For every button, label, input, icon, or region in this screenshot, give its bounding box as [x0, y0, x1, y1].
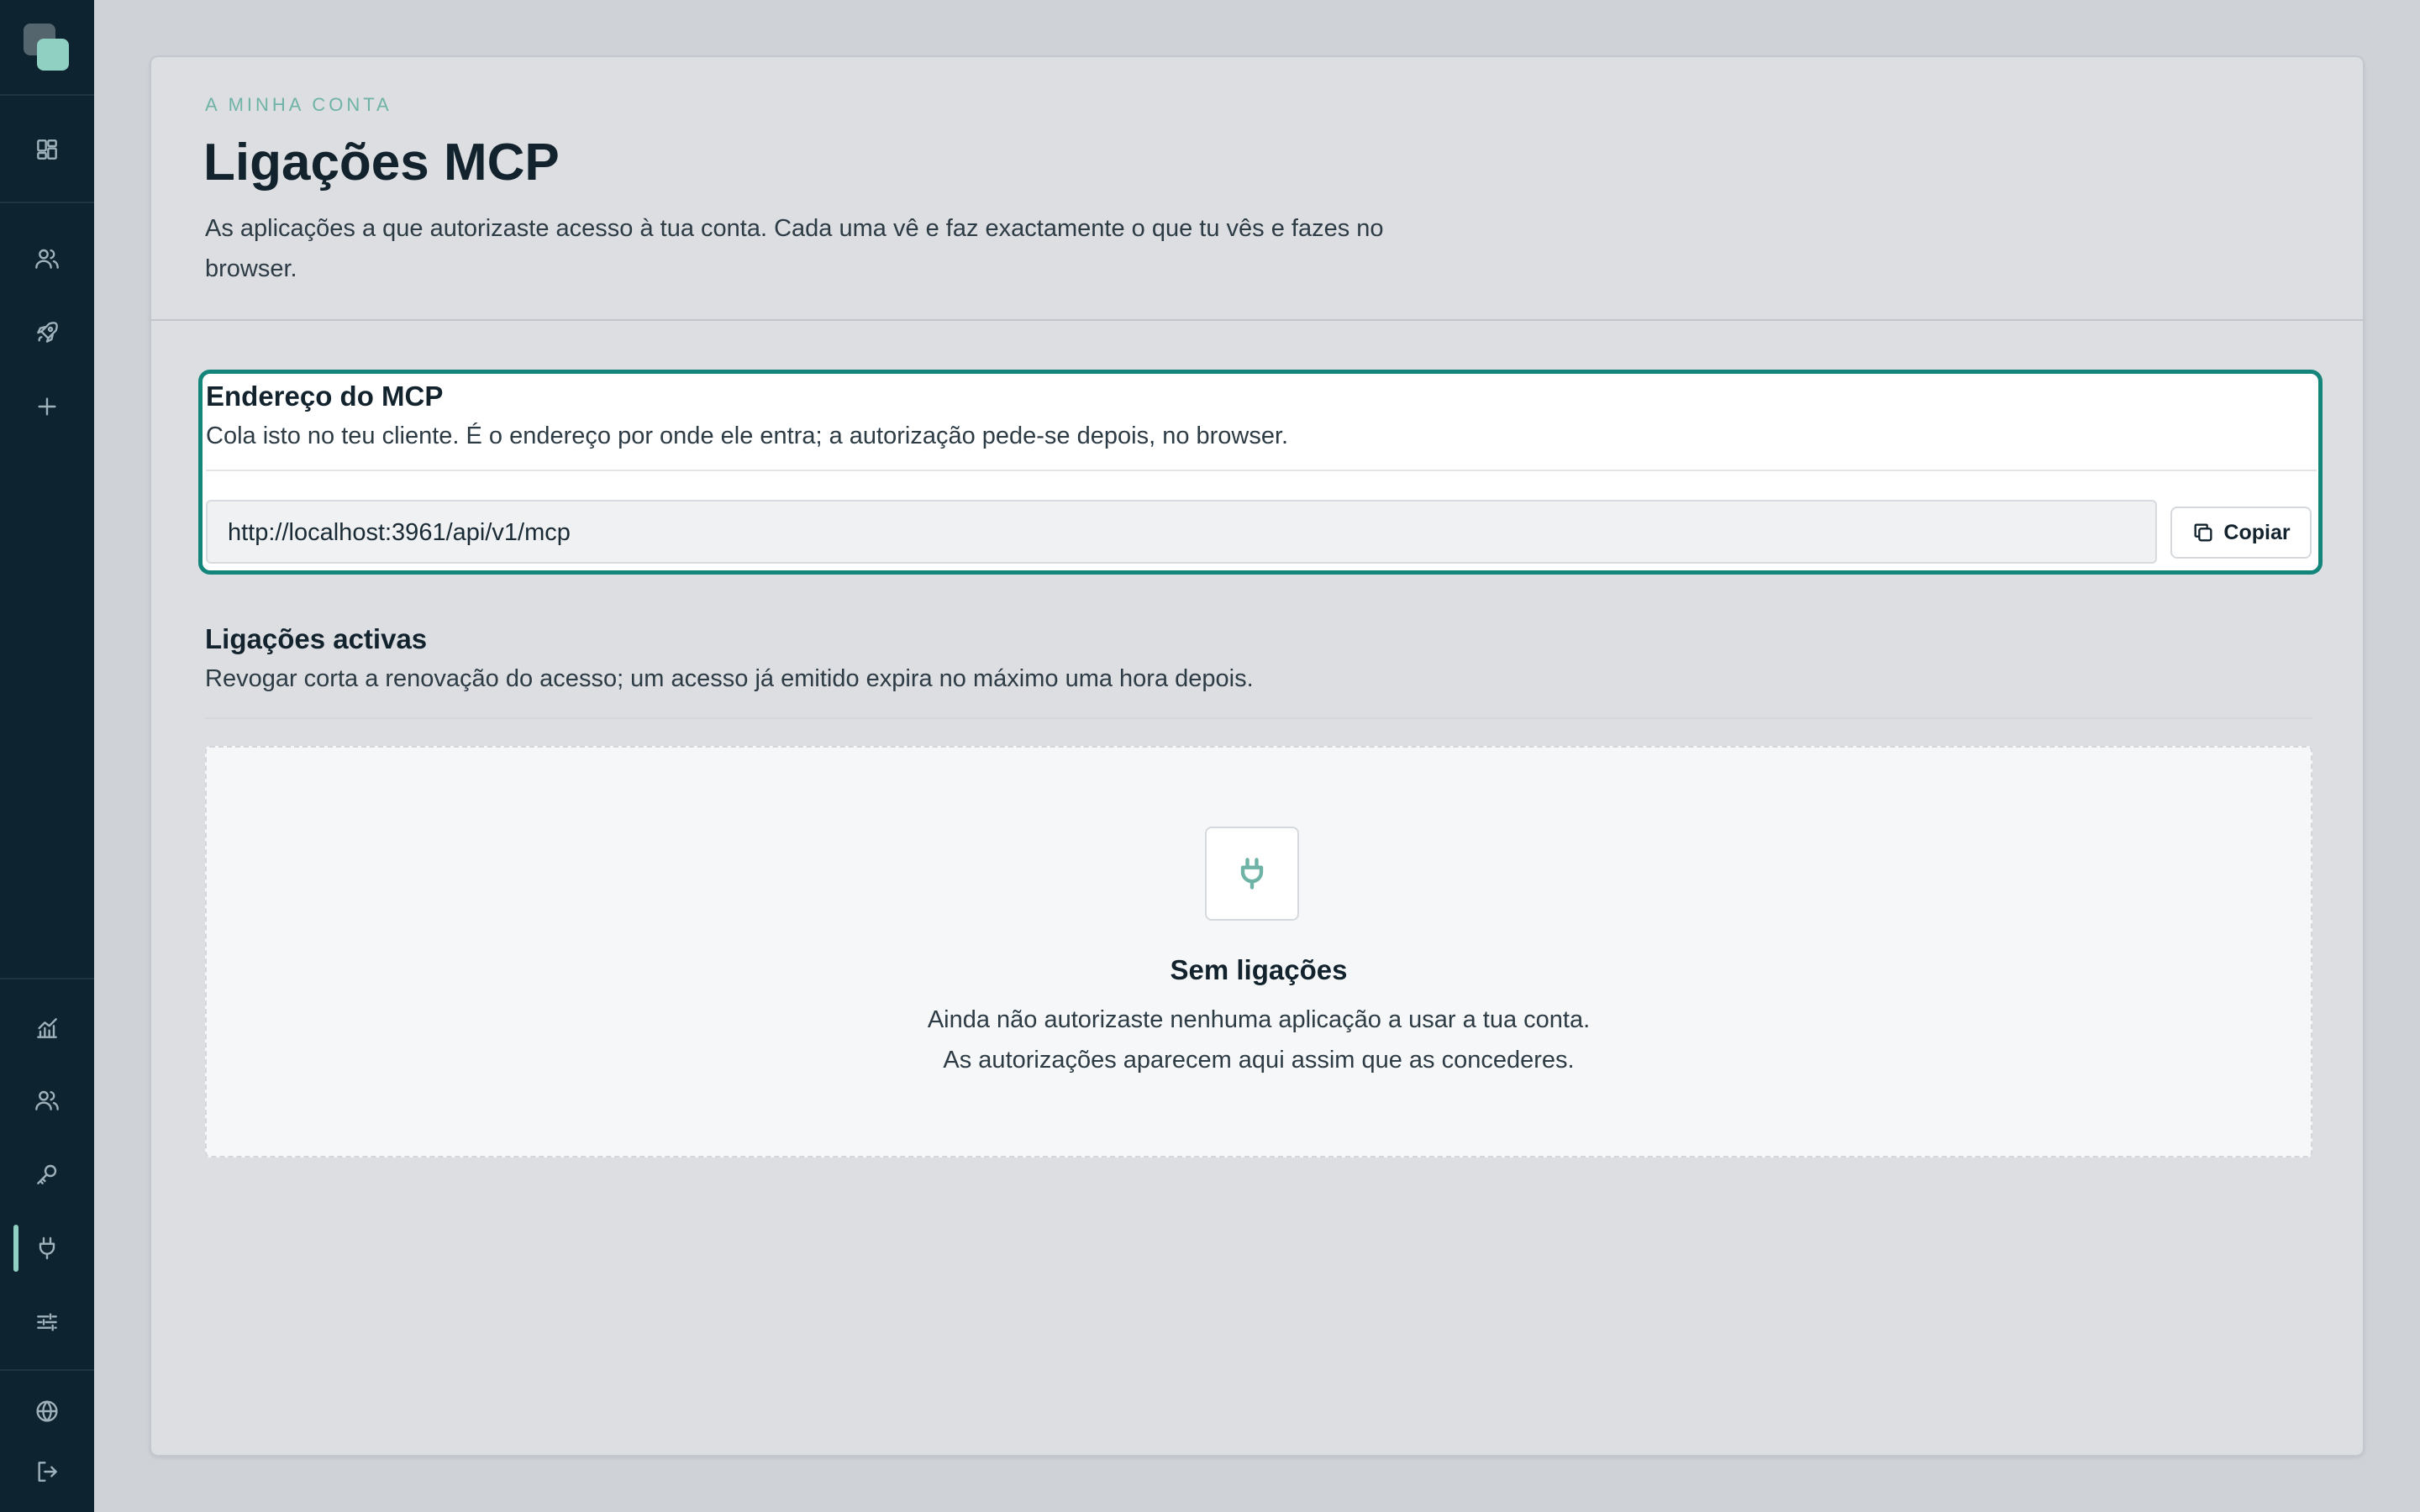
- users-icon: [35, 249, 59, 269]
- mcp-address-divider: [206, 470, 2317, 471]
- sidebar-item-dashboard[interactable]: [30, 133, 64, 166]
- sidebar-divider: [0, 202, 94, 203]
- chart-icon: [37, 1018, 57, 1038]
- sidebar-item-mcp[interactable]: [30, 1231, 64, 1265]
- empty-state-icon-box: [1205, 827, 1299, 921]
- copy-button[interactable]: Copiar: [2170, 507, 2312, 559]
- sidebar-item-settings[interactable]: [30, 1305, 64, 1339]
- plus-icon: [38, 397, 56, 416]
- section-divider: [205, 717, 2312, 719]
- header-divider: [151, 319, 2363, 321]
- main-card: A MINHA CONTA Ligações MCP As aplicações…: [150, 55, 2365, 1457]
- active-connections-description: Revogar corta a renovação do acesso; um …: [205, 665, 1254, 692]
- copy-icon: [2194, 523, 2212, 542]
- page-description: As aplicações a que autorizaste acesso à…: [205, 215, 1384, 282]
- sidebar-item-language[interactable]: [30, 1394, 64, 1428]
- sidebar-item-users[interactable]: [30, 242, 64, 276]
- sidebar-divider: [0, 94, 94, 96]
- sidebar: [0, 0, 94, 1512]
- page-title: Ligações MCP: [203, 134, 560, 192]
- sidebar-item-analytics[interactable]: [30, 1011, 64, 1045]
- empty-state-title: Sem ligações: [1170, 954, 1348, 985]
- sidebar-item-keys[interactable]: [30, 1158, 64, 1191]
- sidebar-item-logout[interactable]: [30, 1455, 64, 1488]
- sliders-icon: [37, 1313, 57, 1331]
- plug-icon: [1240, 858, 1264, 890]
- logout-icon: [38, 1462, 57, 1482]
- page-eyebrow: A MINHA CONTA: [205, 94, 392, 115]
- globe-icon: [36, 1400, 58, 1422]
- active-indicator: [13, 1225, 18, 1272]
- mcp-url-field[interactable]: http://localhost:3961/api/v1/mcp: [206, 500, 2157, 564]
- sidebar-divider: [0, 1369, 94, 1371]
- mcp-address-description: Cola isto no teu cliente. É o endereço p…: [206, 423, 1289, 449]
- active-connections-title: Ligações activas: [205, 623, 428, 654]
- copy-button-label: Copiar: [2223, 520, 2291, 544]
- mcp-address-panel: Endereço do MCP Cola isto no teu cliente…: [198, 370, 2323, 575]
- sidebar-item-team[interactable]: [30, 1084, 64, 1117]
- sidebar-item-add[interactable]: [30, 390, 64, 423]
- empty-state: Sem ligações Ainda não autorizaste nenhu…: [205, 746, 2312, 1158]
- sidebar-divider: [0, 978, 94, 979]
- mcp-address-title: Endereço do MCP: [206, 381, 444, 412]
- team-icon: [35, 1090, 59, 1110]
- sidebar-item-launch[interactable]: [30, 316, 64, 349]
- plug-icon: [39, 1236, 55, 1260]
- rocket-icon: [37, 322, 58, 343]
- key-icon: [37, 1164, 57, 1184]
- empty-state-description: Ainda não autorizaste nenhuma aplicação …: [927, 1006, 1591, 1074]
- dashboard-icon: [37, 139, 57, 160]
- app-logo[interactable]: [24, 24, 71, 71]
